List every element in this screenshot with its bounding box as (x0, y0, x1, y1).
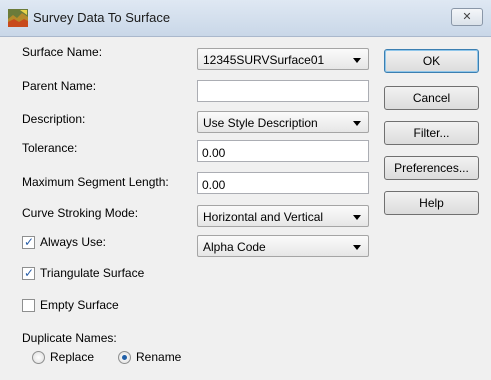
checkmark-icon: ✓ (24, 266, 35, 280)
parent-name-label: Parent Name: (22, 79, 97, 93)
surface-name-dropdown[interactable]: 12345SURVSurface01 (197, 48, 369, 70)
triangulate-surface-checkbox[interactable]: ✓ (22, 266, 35, 280)
filter-button[interactable]: Filter... (384, 121, 479, 145)
description-label: Description: (22, 112, 86, 126)
triangulate-surface-label: Triangulate Surface (40, 266, 145, 280)
help-button[interactable]: Help (384, 191, 479, 215)
tolerance-value: 0.00 (202, 146, 226, 160)
always-use-label: Always Use: (40, 235, 107, 249)
surface-name-value: 12345SURVSurface01 (203, 53, 325, 67)
max-segment-length-input[interactable]: 0.00 (197, 172, 369, 194)
tolerance-label: Tolerance: (22, 141, 78, 155)
radio-selected-dot (122, 355, 127, 360)
chevron-down-icon (353, 58, 361, 63)
always-use-value: Alpha Code (203, 240, 266, 254)
always-use-dropdown[interactable]: Alpha Code (197, 235, 369, 257)
chevron-down-icon (353, 245, 361, 250)
empty-surface-label: Empty Surface (40, 298, 119, 312)
surface-name-label: Surface Name: (22, 45, 103, 59)
empty-surface-checkbox[interactable] (22, 299, 35, 312)
title-bar: Survey Data To Surface ✕ (0, 0, 491, 37)
chevron-down-icon (353, 215, 361, 220)
curve-stroking-mode-value: Horizontal and Vertical (203, 210, 324, 224)
ok-button[interactable]: OK (384, 49, 479, 73)
replace-radio-label: Replace (50, 350, 95, 364)
max-segment-length-label: Maximum Segment Length: (22, 175, 169, 189)
tolerance-input[interactable]: 0.00 (197, 140, 369, 162)
cancel-button[interactable]: Cancel (384, 86, 479, 110)
description-value: Use Style Description (203, 116, 318, 130)
replace-radio[interactable] (32, 351, 45, 364)
always-use-checkbox[interactable]: ✓ (22, 235, 35, 249)
checkmark-icon: ✓ (24, 235, 35, 249)
rename-radio-label: Rename (136, 350, 182, 364)
curve-stroking-mode-dropdown[interactable]: Horizontal and Vertical (197, 205, 369, 227)
window-title: Survey Data To Surface (33, 10, 171, 25)
preferences-button[interactable]: Preferences... (384, 156, 479, 180)
chevron-down-icon (353, 121, 361, 126)
survey-app-icon (8, 9, 28, 27)
close-button[interactable]: ✕ (451, 8, 483, 26)
max-segment-length-value: 0.00 (202, 178, 226, 192)
rename-radio[interactable] (118, 351, 131, 364)
close-icon: ✕ (462, 11, 472, 23)
curve-stroking-mode-label: Curve Stroking Mode: (22, 206, 139, 220)
duplicate-names-label: Duplicate Names: (22, 331, 117, 345)
parent-name-input[interactable] (197, 80, 369, 102)
description-dropdown[interactable]: Use Style Description (197, 111, 369, 133)
